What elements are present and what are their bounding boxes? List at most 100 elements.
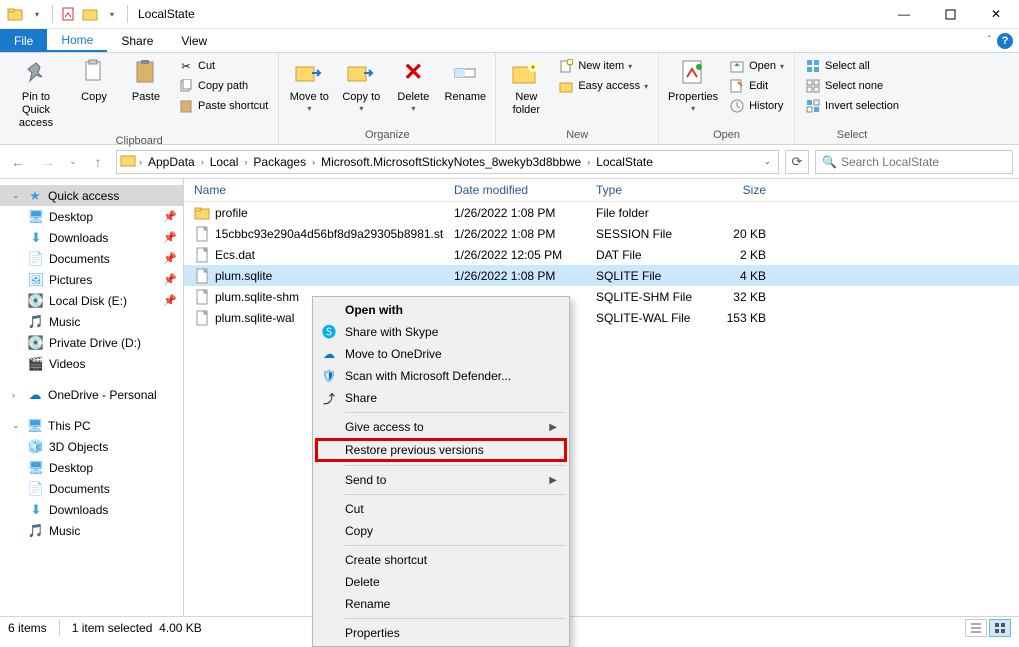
sidebar-this-pc[interactable]: ⌄🖥This PC xyxy=(0,415,183,436)
new-item-button[interactable]: New item ▾ xyxy=(554,57,652,75)
up-button[interactable]: ↑ xyxy=(86,150,110,174)
copy-button[interactable]: Copy xyxy=(70,55,118,106)
qat-properties-icon[interactable] xyxy=(57,3,79,25)
tab-view[interactable]: View xyxy=(167,29,221,52)
chevron-right-icon[interactable]: › xyxy=(199,157,206,167)
table-row[interactable]: plum.sqlite1/26/2022 1:08 PMSQLITE File4… xyxy=(184,265,1019,286)
col-date[interactable]: Date modified xyxy=(444,183,586,197)
file-icon xyxy=(194,289,210,305)
search-box[interactable]: 🔍 xyxy=(815,150,1013,174)
sidebar-quick-access[interactable]: ⌄★Quick access xyxy=(0,185,183,206)
sidebar-item-3d[interactable]: 🧊3D Objects xyxy=(0,436,183,457)
qat-down2-icon[interactable]: ▾ xyxy=(101,3,123,25)
tab-home[interactable]: Home xyxy=(47,29,107,52)
select-all-button[interactable]: Select all xyxy=(801,57,903,75)
move-to-button[interactable]: Move to▾ xyxy=(285,55,333,116)
chevron-right-icon[interactable]: › xyxy=(242,157,249,167)
ctx-restore-previous[interactable]: Restore previous versions xyxy=(315,438,567,462)
table-row[interactable]: plum.sqlite-walSQLITE-WAL File153 KB xyxy=(184,307,1019,328)
minimize-button[interactable]: — xyxy=(881,0,927,29)
edit-button[interactable]: Edit xyxy=(725,77,788,95)
help-icon[interactable]: ? xyxy=(997,33,1013,49)
properties-button[interactable]: Properties▾ xyxy=(665,55,721,116)
paste-shortcut-button[interactable]: Paste shortcut xyxy=(174,97,272,115)
ctx-open-with[interactable]: Open with xyxy=(315,299,567,321)
sidebar-item-downloads[interactable]: ⬇Downloads📌 xyxy=(0,227,183,248)
history-button[interactable]: History xyxy=(725,97,788,115)
cut-button[interactable]: ✂Cut xyxy=(174,57,272,75)
pin-quick-access-button[interactable]: Pin to Quick access xyxy=(6,55,66,133)
chevron-right-icon[interactable]: › xyxy=(585,157,592,167)
ribbon-collapse-icon[interactable]: ˆ xyxy=(988,35,991,46)
sidebar-item-localdisk[interactable]: 💽Local Disk (E:)📌 xyxy=(0,290,183,311)
tab-share[interactable]: Share xyxy=(107,29,167,52)
chevron-right-icon[interactable]: › xyxy=(310,157,317,167)
sidebar-item-documents[interactable]: 📄Documents📌 xyxy=(0,248,183,269)
ctx-skype[interactable]: 🅢Share with Skype xyxy=(315,321,567,343)
copy-path-button[interactable]: Copy path xyxy=(174,77,272,95)
invert-icon xyxy=(805,98,821,114)
refresh-button[interactable]: ⟳ xyxy=(785,150,809,174)
breadcrumb[interactable]: Packages xyxy=(250,155,309,169)
ctx-send-to[interactable]: Send to▶ xyxy=(315,469,567,491)
rename-button[interactable]: Rename xyxy=(441,55,489,106)
invert-selection-button[interactable]: Invert selection xyxy=(801,97,903,115)
address-box[interactable]: › AppData › Local › Packages › Microsoft… xyxy=(116,150,779,174)
maximize-button[interactable] xyxy=(927,0,973,29)
sidebar-item-documents2[interactable]: 📄Documents xyxy=(0,478,183,499)
chevron-right-icon[interactable]: › xyxy=(137,157,144,167)
recent-dropdown[interactable]: ⌄ xyxy=(66,150,80,174)
new-folder-button[interactable]: ✦ New folder xyxy=(502,55,550,119)
tab-file[interactable]: File xyxy=(0,29,47,52)
ctx-properties[interactable]: Properties xyxy=(315,622,567,644)
address-dropdown-icon[interactable]: ⌄ xyxy=(759,156,775,167)
search-input[interactable] xyxy=(841,155,1006,169)
col-size[interactable]: Size xyxy=(706,183,776,197)
breadcrumb[interactable]: Microsoft.MicrosoftStickyNotes_8wekyb3d8… xyxy=(318,155,584,169)
select-none-button[interactable]: Select none xyxy=(801,77,903,95)
easy-access-button[interactable]: Easy access ▾ xyxy=(554,77,652,95)
breadcrumb[interactable]: LocalState xyxy=(593,155,656,169)
sidebar-item-desktop[interactable]: 🖥Desktop📌 xyxy=(0,206,183,227)
downloads-icon: ⬇ xyxy=(28,230,44,246)
group-label-organize: Organize xyxy=(285,127,489,144)
ctx-cut[interactable]: Cut xyxy=(315,498,567,520)
ctx-create-shortcut[interactable]: Create shortcut xyxy=(315,549,567,571)
qat-down-icon[interactable]: ▾ xyxy=(26,3,48,25)
sidebar-item-music[interactable]: 🎵Music xyxy=(0,311,183,332)
view-icons-button[interactable] xyxy=(989,619,1011,637)
ctx-give-access[interactable]: Give access to▶ xyxy=(315,416,567,438)
sidebar-item-music2[interactable]: 🎵Music xyxy=(0,520,183,541)
table-row[interactable]: Ecs.dat1/26/2022 12:05 PMDAT File2 KB xyxy=(184,244,1019,265)
copy-to-button[interactable]: Copy to▾ xyxy=(337,55,385,116)
ctx-share[interactable]: ⤴Share xyxy=(315,387,567,409)
table-row[interactable]: plum.sqlite-shmSQLITE-SHM File32 KB xyxy=(184,286,1019,307)
ctx-defender[interactable]: 🛡Scan with Microsoft Defender... xyxy=(315,365,567,387)
sidebar-item-privatedrive[interactable]: 💽Private Drive (D:) xyxy=(0,332,183,353)
breadcrumb[interactable]: Local xyxy=(207,155,242,169)
back-button[interactable]: ← xyxy=(6,150,30,174)
col-type[interactable]: Type xyxy=(586,183,706,197)
table-row[interactable]: 15cbbc93e290a4d56bf8d9a29305b8981.sto...… xyxy=(184,223,1019,244)
paste-button[interactable]: Paste xyxy=(122,55,170,106)
view-details-button[interactable] xyxy=(965,619,987,637)
sidebar-item-desktop2[interactable]: 🖥Desktop xyxy=(0,457,183,478)
forward-button[interactable]: → xyxy=(36,150,60,174)
close-button[interactable]: ✕ xyxy=(973,0,1019,29)
ctx-copy[interactable]: Copy xyxy=(315,520,567,542)
ctx-onedrive[interactable]: ☁Move to OneDrive xyxy=(315,343,567,365)
sidebar-item-videos[interactable]: 🎬Videos xyxy=(0,353,183,374)
sidebar-item-pictures[interactable]: 🖼Pictures📌 xyxy=(0,269,183,290)
sidebar-onedrive[interactable]: ›☁OneDrive - Personal xyxy=(0,384,183,405)
col-name[interactable]: Name xyxy=(184,183,444,197)
table-row[interactable]: profile1/26/2022 1:08 PMFile folder xyxy=(184,202,1019,223)
sidebar-item-downloads2[interactable]: ⬇Downloads xyxy=(0,499,183,520)
open-button[interactable]: Open ▾ xyxy=(725,57,788,75)
breadcrumb[interactable]: AppData xyxy=(145,155,198,169)
delete-button[interactable]: ✕ Delete▾ xyxy=(389,55,437,116)
ctx-delete[interactable]: Delete xyxy=(315,571,567,593)
pin-icon: 📌 xyxy=(163,273,177,286)
ctx-rename[interactable]: Rename xyxy=(315,593,567,615)
copy-icon xyxy=(78,57,110,89)
qat-folder-icon[interactable] xyxy=(79,3,101,25)
